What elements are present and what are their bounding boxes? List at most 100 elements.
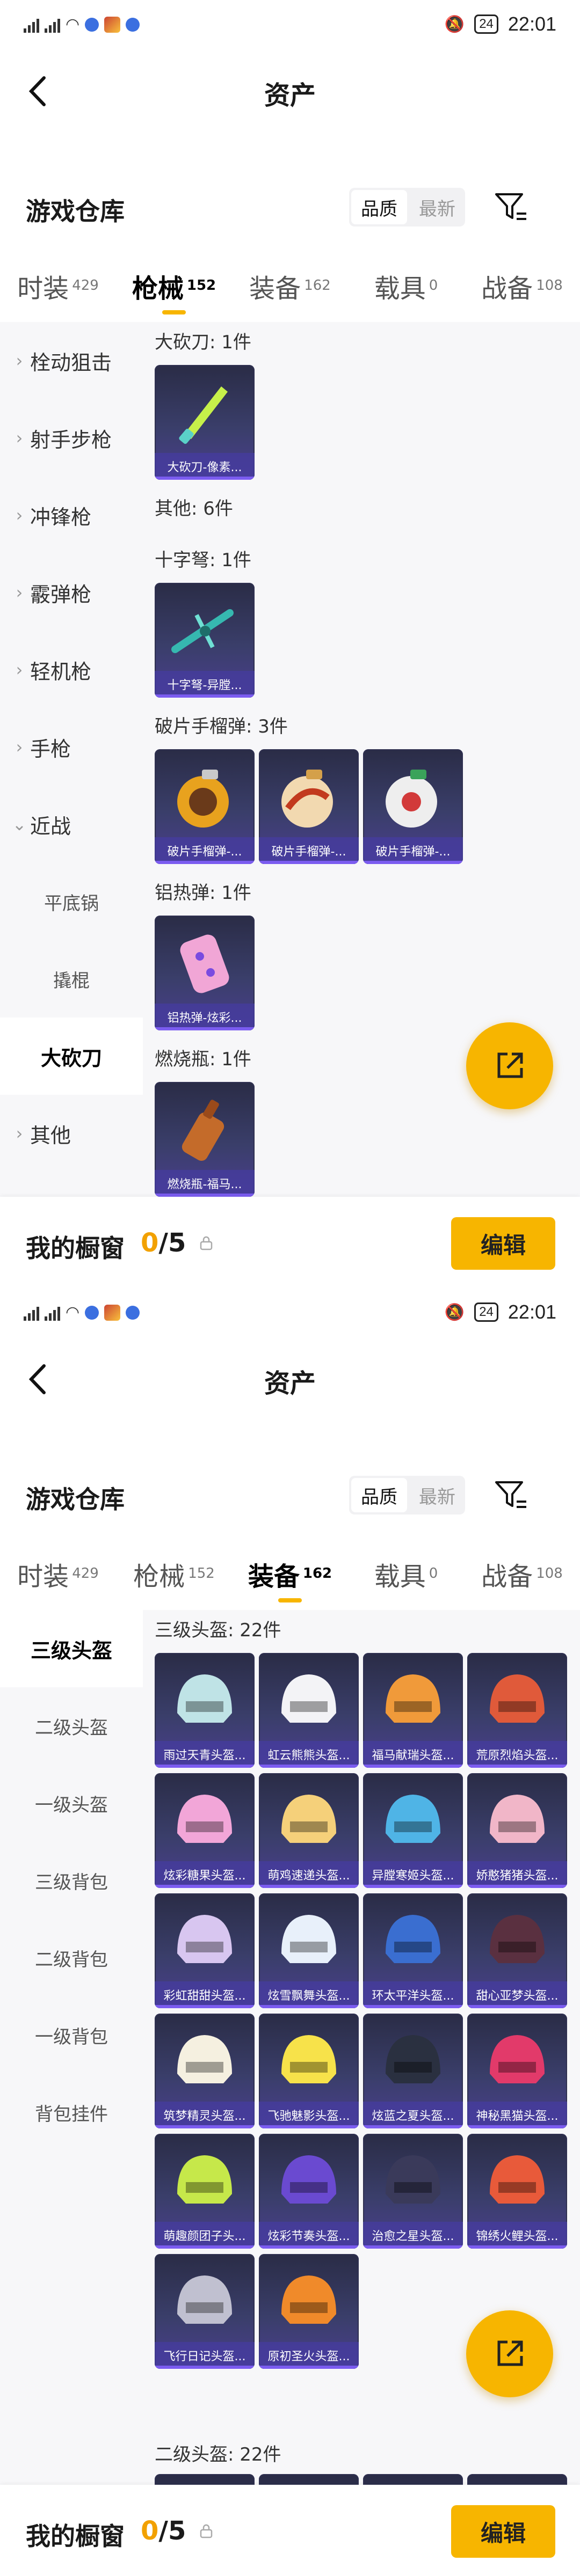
tab-equipment[interactable]: 装备 162 — [232, 1540, 348, 1605]
tab-fashion[interactable]: 时装 429 — [0, 252, 116, 317]
item-card[interactable]: 飞行日记头盔... — [155, 2254, 255, 2369]
showcase-title: 我的橱窗 — [26, 2522, 125, 2551]
share-button[interactable] — [466, 1022, 553, 1109]
item-card[interactable]: 娇憨猪猪头盔... — [467, 1773, 567, 1888]
item-card[interactable]: 甜心亚梦头盔... — [467, 1893, 567, 2008]
sidebar-item-lmg[interactable]: › 轻机枪 — [0, 631, 143, 708]
filter-icon[interactable] — [493, 1477, 528, 1512]
item-card[interactable]: 彩虹甜甜头盔... — [155, 1893, 255, 2008]
sidebar-item-melee[interactable]: ⌄ 近战 — [0, 786, 143, 863]
sidebar-item-helmet-1[interactable]: 一级头盔 — [0, 1765, 143, 1842]
item-card[interactable]: 铝热弹-炫彩... — [155, 916, 255, 1030]
item-card[interactable]: 虹云熊熊头盔... — [259, 1653, 359, 1768]
sort-latest[interactable]: 最新 — [409, 188, 465, 226]
showcase-total: /5 — [158, 1228, 186, 1258]
sidebar-item-helmet-3[interactable]: 三级头盔 — [0, 1610, 143, 1687]
sidebar-item-smg[interactable]: › 冲锋枪 — [0, 477, 143, 554]
sidebar-item-label: 三级背包 — [35, 1871, 108, 1893]
sidebar-item-machete[interactable]: 大砍刀 — [0, 1018, 143, 1095]
tab-count: 152 — [186, 277, 216, 294]
sidebar-item-label: 栓动狙击 — [30, 350, 112, 375]
item-card[interactable]: 炫彩节奏头盔... — [259, 2134, 359, 2249]
sidebar-item-backpack-1[interactable]: 一级背包 — [0, 1996, 143, 2074]
sidebar: 三级头盔 二级头盔 一级头盔 三级背包 二级背包 一级背包 背包挂件 — [0, 1610, 143, 2485]
sidebar-item-label: 三级头盔 — [30, 1638, 112, 1663]
item-card[interactable]: 萌趣颜团子头... — [155, 2134, 255, 2249]
tab-vehicles[interactable]: 载具 0 — [348, 252, 464, 317]
showcase-current: 0 — [141, 1228, 159, 1258]
showcase-current: 0 — [141, 2516, 159, 2546]
filter-icon[interactable] — [493, 189, 528, 224]
top-header: 资产 — [0, 1342, 580, 1417]
item-card[interactable]: 大砍刀-像素... — [155, 365, 255, 480]
sidebar-item-backpack-3[interactable]: 三级背包 — [0, 1842, 143, 1919]
sort-quality[interactable]: 品质 — [351, 1478, 407, 1512]
item-card[interactable] — [155, 2474, 255, 2485]
item-card[interactable]: 十字弩-异膛... — [155, 583, 255, 698]
helmet-icon — [490, 1795, 545, 1843]
item-card[interactable] — [467, 2474, 567, 2485]
group-header: 大砍刀: 1件 — [155, 332, 251, 353]
item-card[interactable]: 异膛寒姬头盔... — [363, 1773, 463, 1888]
helmet-icon — [386, 2155, 440, 2204]
item-card[interactable]: 炫雪飘舞头盔... — [259, 1893, 359, 2008]
sidebar-item-pistol[interactable]: › 手枪 — [0, 708, 143, 786]
item-card[interactable]: 炫彩糖果头盔... — [155, 1773, 255, 1888]
tab-equipment[interactable]: 装备 162 — [232, 252, 348, 317]
item-card[interactable]: 荒原烈焰头盔... — [467, 1653, 567, 1768]
item-card[interactable]: 萌鸡速递头盔... — [259, 1773, 359, 1888]
chevron-right-icon: › — [16, 582, 23, 603]
signal-indicators: ◠ — [24, 15, 140, 34]
helmet-icon — [490, 2035, 545, 2083]
sidebar-item-backpack-charm[interactable]: 背包挂件 — [0, 2074, 143, 2151]
item-card[interactable]: 治愈之星头盔... — [363, 2134, 463, 2249]
item-card[interactable]: 破片手榴弹-... — [259, 749, 359, 864]
share-icon — [497, 2340, 523, 2366]
item-caption: 炫彩节奏头盔... — [259, 2222, 359, 2249]
tab-weapons[interactable]: 枪械 152 — [116, 1540, 232, 1605]
item-card[interactable]: 锦绣火鲤头盔... — [467, 2134, 567, 2249]
sidebar-item-other[interactable]: › 其他 — [0, 1095, 143, 1172]
edit-button[interactable]: 编辑 — [451, 1217, 555, 1270]
sidebar-item-crowbar[interactable]: 撬棍 — [0, 940, 143, 1018]
share-button[interactable] — [466, 2310, 553, 2397]
item-card[interactable]: 炫蓝之夏头盔... — [363, 2014, 463, 2128]
sort-toggle[interactable]: 品质 最新 — [349, 1476, 465, 1514]
signal-icon — [45, 17, 60, 33]
sidebar-item-dmr[interactable]: › 射手步枪 — [0, 399, 143, 477]
sidebar-item-shotgun[interactable]: › 霰弹枪 — [0, 554, 143, 631]
sidebar-item-bolt-sniper[interactable]: › 栓动狙击 — [0, 322, 143, 399]
item-card[interactable]: 福马献瑞头盔... — [363, 1653, 463, 1768]
showcase-total: /5 — [158, 2516, 186, 2546]
sidebar-item-label: 手枪 — [30, 737, 71, 761]
item-card[interactable]: 雨过天青头盔... — [155, 1653, 255, 1768]
sidebar-item-helmet-2[interactable]: 二级头盔 — [0, 1687, 143, 1765]
tab-vehicles[interactable]: 载具 0 — [348, 1540, 464, 1605]
item-card[interactable] — [363, 2474, 463, 2485]
tab-weapons[interactable]: 枪械 152 — [116, 252, 232, 317]
tab-label: 装备 — [248, 1562, 300, 1592]
tab-supplies[interactable]: 战备 108 — [464, 1540, 580, 1605]
sort-toggle[interactable]: 品质 最新 — [349, 188, 465, 226]
item-card[interactable]: 神秘黑猫头盔... — [467, 2014, 567, 2128]
item-card[interactable]: 破片手榴弹-... — [155, 749, 255, 864]
tab-supplies[interactable]: 战备 108 — [464, 252, 580, 317]
sidebar-item-label: 平底锅 — [44, 892, 99, 914]
section-title: 游戏仓库 — [26, 197, 125, 226]
item-card[interactable]: 原初圣火头盔... — [259, 2254, 359, 2369]
tab-fashion[interactable]: 时装 429 — [0, 1540, 116, 1605]
item-card[interactable]: 破片手榴弹-... — [363, 749, 463, 864]
item-card[interactable] — [259, 2474, 359, 2485]
item-card[interactable]: 筑梦精灵头盔... — [155, 2014, 255, 2128]
sort-quality[interactable]: 品质 — [351, 190, 407, 224]
helmet-icon — [177, 1674, 232, 1723]
item-card[interactable]: 燃烧瓶-福马... — [155, 1082, 255, 1197]
sidebar-item-pan[interactable]: 平底锅 — [0, 863, 143, 940]
edit-button[interactable]: 编辑 — [451, 2505, 555, 2558]
signal-icon — [24, 17, 39, 33]
group-header: 三级头盔: 22件 — [155, 1620, 281, 1641]
sort-latest[interactable]: 最新 — [409, 1476, 465, 1514]
item-card[interactable]: 飞驰魅影头盔... — [259, 2014, 359, 2128]
item-card[interactable]: 环太平洋头盔... — [363, 1893, 463, 2008]
sidebar-item-backpack-2[interactable]: 二级背包 — [0, 1919, 143, 1996]
